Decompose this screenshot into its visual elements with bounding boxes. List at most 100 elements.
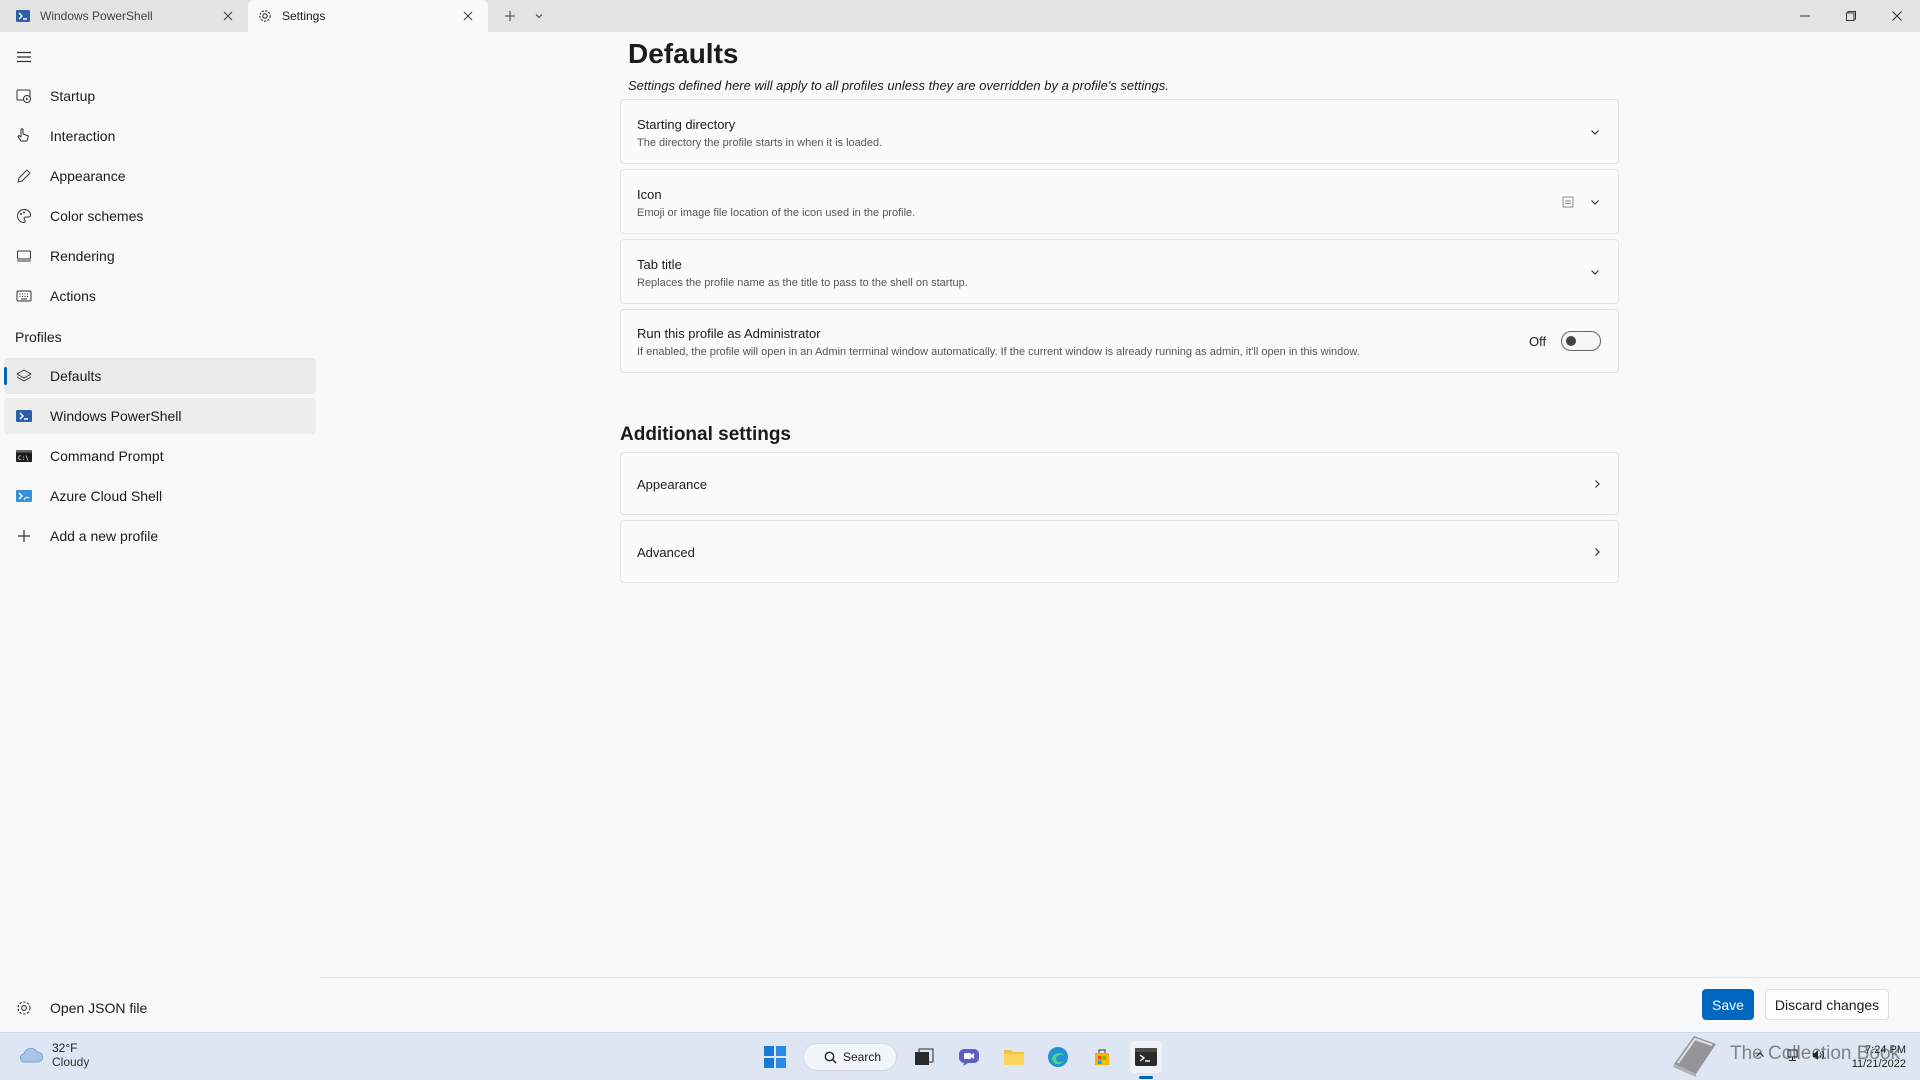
open-json-file-button[interactable]: Open JSON file <box>4 990 316 1026</box>
terminal-app-icon[interactable] <box>1130 1041 1162 1073</box>
additional-settings-header: Additional settings <box>620 424 791 445</box>
microsoft-store-icon[interactable] <box>1086 1041 1118 1073</box>
title-bar: Windows PowerShell Settings <box>0 0 1920 32</box>
gear-icon <box>15 999 33 1017</box>
tab-settings[interactable]: Settings <box>248 0 488 32</box>
powershell-icon <box>16 9 30 23</box>
sidebar-item-label: Add a new profile <box>50 528 159 544</box>
setting-title: Appearance <box>637 477 708 492</box>
layers-icon <box>15 367 33 385</box>
chevron-right-icon <box>1589 544 1605 560</box>
weather-condition: Cloudy <box>52 1055 90 1069</box>
cmd-icon: C:\ <box>15 447 33 465</box>
sidebar-item-label: Rendering <box>50 248 115 264</box>
chevron-down-icon[interactable] <box>1587 264 1603 280</box>
teams-chat-icon[interactable] <box>953 1041 985 1073</box>
pen-icon <box>15 167 33 185</box>
hamburger-menu-icon[interactable] <box>14 47 34 67</box>
restore-icon[interactable] <box>1828 0 1874 32</box>
windows-start-icon[interactable] <box>759 1041 791 1073</box>
monitor-icon <box>15 247 33 265</box>
chevron-right-icon <box>1589 476 1605 492</box>
footer-divider <box>320 977 1920 978</box>
setting-run-as-administrator: Run this profile as Administrator If ena… <box>620 309 1619 373</box>
admin-toggle-switch[interactable] <box>1561 331 1601 351</box>
sidebar: Startup Interaction Appearance Color sch… <box>0 32 320 1032</box>
interaction-icon <box>15 127 33 145</box>
image-preview-icon <box>1560 194 1576 210</box>
weather-widget[interactable]: 32°F Cloudy <box>18 1041 89 1069</box>
chevron-down-icon[interactable] <box>529 6 549 26</box>
plus-icon <box>15 527 33 545</box>
setting-description: If enabled, the profile will open in an … <box>637 346 1360 358</box>
sidebar-item-add-new-profile[interactable]: Add a new profile <box>4 518 316 554</box>
setting-description: Emoji or image file location of the icon… <box>637 207 916 219</box>
gear-icon <box>258 9 272 23</box>
sidebar-item-startup[interactable]: Startup <box>4 78 316 114</box>
sidebar-item-appearance[interactable]: Appearance <box>4 158 316 194</box>
taskbar-search-button[interactable]: Search <box>803 1043 897 1071</box>
close-icon[interactable] <box>460 8 476 24</box>
search-label: Search <box>843 1050 882 1064</box>
sidebar-item-command-prompt[interactable]: C:\ Command Prompt <box>4 438 316 474</box>
sidebar-item-rendering[interactable]: Rendering <box>4 238 316 274</box>
new-tab-plus-icon[interactable] <box>500 6 520 26</box>
setting-icon[interactable]: Icon Emoji or image file location of the… <box>620 169 1619 234</box>
startup-icon <box>15 87 33 105</box>
chevron-down-icon[interactable] <box>1587 124 1603 140</box>
search-icon <box>824 1051 837 1064</box>
sidebar-item-color-schemes[interactable]: Color schemes <box>4 198 316 234</box>
close-window-icon[interactable] <box>1874 0 1920 32</box>
taskbar: 32°F Cloudy Search 7:24 PM 11/21/2022 <box>0 1032 1920 1080</box>
toggle-state-label: Off <box>1529 334 1547 349</box>
weather-temperature: 32°F <box>52 1041 78 1055</box>
discard-changes-button[interactable]: Discard changes <box>1765 989 1889 1020</box>
sidebar-item-label: Interaction <box>50 128 116 144</box>
additional-setting-appearance[interactable]: Appearance <box>620 452 1619 515</box>
setting-title: Run this profile as Administrator <box>637 326 821 341</box>
setting-description: Replaces the profile name as the title t… <box>637 277 968 289</box>
tab-label: Settings <box>282 9 326 23</box>
page-title: Defaults <box>628 38 739 69</box>
sidebar-item-defaults[interactable]: Defaults <box>4 358 316 394</box>
book-icon <box>1668 1030 1720 1078</box>
selection-indicator <box>4 367 7 385</box>
setting-title: Starting directory <box>637 117 736 132</box>
cloud-icon <box>18 1046 44 1064</box>
sidebar-item-azure-cloud-shell[interactable]: Azure Cloud Shell <box>4 478 316 514</box>
watermark-text: The Collection Book <box>1730 1043 1901 1064</box>
toggle-knob <box>1566 336 1576 346</box>
sidebar-item-label: Command Prompt <box>50 448 164 464</box>
sidebar-item-label: Actions <box>50 288 96 304</box>
setting-starting-directory[interactable]: Starting directory The directory the pro… <box>620 99 1619 164</box>
setting-tab-title[interactable]: Tab title Replaces the profile name as t… <box>620 239 1619 304</box>
setting-title: Advanced <box>637 545 695 560</box>
sidebar-item-windows-powershell[interactable]: Windows PowerShell <box>4 398 316 434</box>
setting-description: The directory the profile starts in when… <box>637 137 883 149</box>
close-icon[interactable] <box>220 8 236 24</box>
additional-setting-advanced[interactable]: Advanced <box>620 520 1619 583</box>
page-subtitle: Settings defined here will apply to all … <box>628 78 1169 93</box>
svg-text:C:\: C:\ <box>18 455 29 462</box>
sidebar-item-label: Defaults <box>50 368 102 384</box>
setting-title: Tab title <box>637 257 682 272</box>
sidebar-item-interaction[interactable]: Interaction <box>4 118 316 154</box>
open-json-label: Open JSON file <box>50 1000 148 1016</box>
tab-label: Windows PowerShell <box>40 9 153 23</box>
task-view-icon[interactable] <box>908 1041 940 1073</box>
save-button[interactable]: Save <box>1702 989 1754 1020</box>
sidebar-item-label: Azure Cloud Shell <box>50 488 163 504</box>
profiles-header: Profiles <box>15 329 62 345</box>
palette-icon <box>15 207 33 225</box>
sidebar-item-label: Startup <box>50 88 96 104</box>
minimize-icon[interactable] <box>1782 0 1828 32</box>
sidebar-item-actions[interactable]: Actions <box>4 278 316 314</box>
chevron-down-icon[interactable] <box>1587 194 1603 210</box>
edge-browser-icon[interactable] <box>1042 1041 1074 1073</box>
tab-windows-powershell[interactable]: Windows PowerShell <box>16 0 240 32</box>
file-explorer-icon[interactable] <box>998 1041 1030 1073</box>
sidebar-item-label: Appearance <box>50 168 126 184</box>
active-app-indicator <box>1139 1076 1153 1079</box>
watermark: The Collection Book <box>1668 1030 1900 1078</box>
sidebar-item-label: Windows PowerShell <box>50 408 182 424</box>
